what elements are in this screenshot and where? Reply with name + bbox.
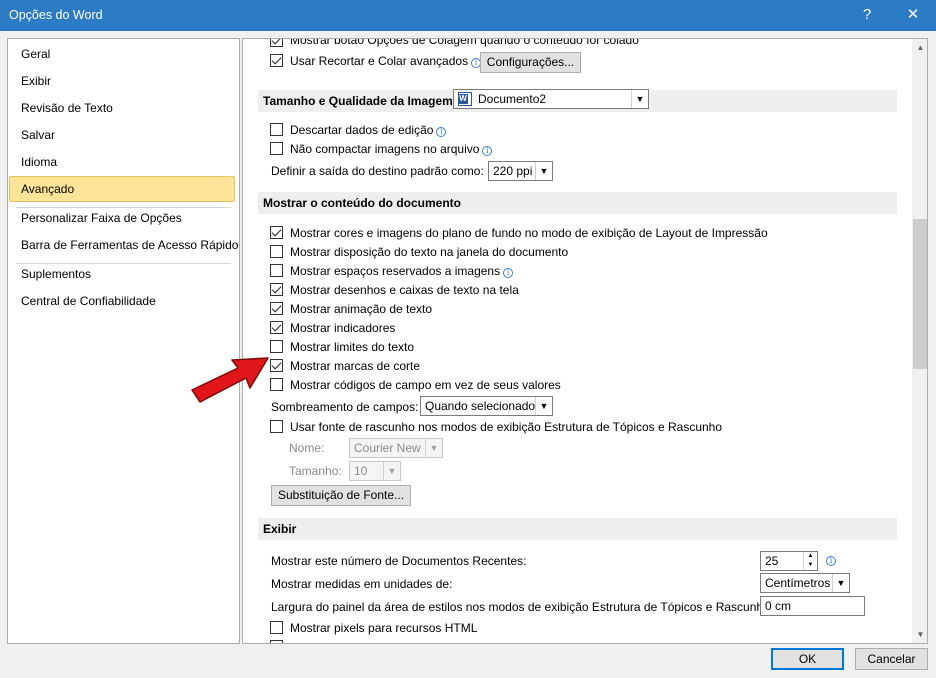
help-icon[interactable]: ? (844, 0, 890, 31)
scroll-up-icon[interactable]: ▲ (912, 39, 927, 56)
chevron-down-icon: ▼ (425, 439, 442, 457)
show-drawings-checkbox[interactable] (270, 283, 283, 296)
draft-font-checkbox[interactable] (270, 420, 283, 433)
show-text-wrap-checkbox[interactable] (270, 245, 283, 258)
field-shading-select[interactable]: Quando selecionado ▼ (420, 396, 553, 416)
nav-item-idioma[interactable]: Idioma (8, 149, 239, 175)
paste-settings-button[interactable]: Configurações... (480, 52, 581, 73)
scroll-down-icon[interactable]: ▼ (912, 626, 927, 643)
nav-item-suplementos[interactable]: Suplementos (8, 261, 239, 287)
nav-item-confiabilidade[interactable]: Central de Confiabilidade (8, 288, 239, 314)
chevron-down-icon: ▼ (383, 462, 400, 480)
red-arrow-annotation-icon (191, 357, 269, 403)
nav-item-acesso-rapido[interactable]: Barra de Ferramentas de Acesso Rápido (8, 232, 239, 258)
next-option-checkbox[interactable] (270, 640, 283, 643)
show-picture-placeholders-checkbox[interactable] (270, 264, 283, 277)
style-area-width-input[interactable]: 0 cm (760, 596, 865, 616)
no-compress-checkbox[interactable] (270, 142, 283, 155)
draft-font-size-value: 10 (354, 464, 368, 478)
image-document-value: Documento2 (478, 92, 547, 106)
draft-font-name-select[interactable]: Courier New ▼ (349, 438, 443, 458)
nav-item-faixa[interactable]: Personalizar Faixa de Opções (8, 205, 239, 231)
show-crop-marks-label: Mostrar marcas de corte (290, 359, 421, 373)
show-bg-colors-label: Mostrar cores e imagens do plano de fund… (290, 226, 768, 240)
draft-font-name-label: Nome: (289, 441, 325, 455)
discard-edit-data-checkbox[interactable] (270, 123, 283, 136)
chevron-down-icon: ▼ (535, 397, 552, 415)
show-content-section: Mostrar o conteúdo do documento (258, 192, 897, 214)
display-section: Exibir (258, 518, 897, 540)
resolution-select[interactable]: 220 ppi ▼ (488, 161, 553, 181)
show-bookmarks-label: Mostrar indicadores (290, 321, 396, 335)
units-value: Centímetros (765, 576, 831, 590)
units-label: Mostrar medidas em unidades de: (271, 577, 453, 591)
nav-item-geral[interactable]: Geral (8, 41, 239, 67)
image-document-select[interactable]: Documento2 ▼ (453, 89, 649, 109)
nav-item-salvar[interactable]: Salvar (8, 122, 239, 148)
nav-item-exibir[interactable]: Exibir (8, 68, 239, 94)
ok-button[interactable]: OK (771, 648, 844, 670)
discard-edit-data-label: Descartar dados de edição (290, 123, 434, 137)
chevron-down-icon: ▼ (631, 90, 648, 108)
advanced-options-panel: Mostrar botão Opções de Colagem quando o… (242, 38, 928, 644)
paste-options-checkbox[interactable] (270, 39, 283, 47)
window-title: Opções do Word (9, 8, 103, 22)
show-bg-colors-checkbox[interactable] (270, 226, 283, 239)
pixels-html-label: Mostrar pixels para recursos HTML (290, 621, 478, 635)
smart-cut-label: Usar Recortar e Colar avançados (290, 54, 469, 68)
vertical-scrollbar[interactable]: ▲ ▼ (912, 39, 927, 643)
draft-font-label: Usar fonte de rascunho nos modos de exib… (290, 420, 723, 434)
show-text-boundaries-label: Mostrar limites do texto (290, 340, 415, 354)
recent-docs-value: 25 (765, 554, 779, 568)
show-drawings-label: Mostrar desenhos e caixas de texto na te… (290, 283, 519, 297)
scroll-thumb[interactable] (913, 219, 927, 369)
info-icon: i (826, 556, 836, 566)
nav-item-revisao[interactable]: Revisão de Texto (8, 95, 239, 121)
pixels-html-checkbox[interactable] (270, 621, 283, 634)
show-text-animation-label: Mostrar animação de texto (290, 302, 433, 316)
field-shading-label: Sombreamento de campos: (271, 400, 419, 414)
draft-font-name-value: Courier New (354, 441, 421, 455)
chevron-down-icon: ▼ (535, 162, 552, 180)
field-shading-value: Quando selecionado (425, 399, 536, 413)
recent-docs-spinner[interactable]: 25 ▲ ▼ (760, 551, 818, 571)
draft-font-size-select[interactable]: 10 ▼ (349, 461, 401, 481)
options-nav: Geral Exibir Revisão de Texto Salvar Idi… (7, 38, 240, 644)
show-text-wrap-label: Mostrar disposição do texto na janela do… (290, 245, 569, 259)
smart-cut-checkbox[interactable] (270, 54, 283, 67)
show-bookmarks-checkbox[interactable] (270, 321, 283, 334)
resolution-value: 220 ppi (493, 164, 533, 178)
style-area-width-label: Largura do painel da área de estilos nos… (271, 600, 774, 614)
word-document-icon (458, 92, 472, 106)
chevron-down-icon: ▼ (832, 574, 849, 592)
paste-options-label: Mostrar botão Opções de Colagem quando o… (290, 38, 639, 47)
no-compress-label: Não compactar imagens no arquivo (290, 142, 480, 156)
info-icon: i (503, 268, 514, 278)
info-icon: i (482, 146, 493, 156)
show-text-animation-checkbox[interactable] (270, 302, 283, 315)
title-bar: Opções do Word ? ✕ (0, 0, 936, 31)
nav-item-avancado[interactable]: Avançado (9, 176, 235, 202)
units-select[interactable]: Centímetros ▼ (760, 573, 850, 593)
show-picture-placeholders-label: Mostrar espaços reservados a imagens (290, 264, 501, 278)
font-substitution-button[interactable]: Substituição de Fonte... (271, 485, 411, 506)
spin-arrows-icon[interactable]: ▲ ▼ (803, 552, 817, 570)
close-icon[interactable]: ✕ (890, 0, 936, 31)
recent-docs-label: Mostrar este número de Documentos Recent… (271, 554, 527, 568)
show-field-codes-label: Mostrar códigos de campo em vez de seus … (290, 378, 561, 392)
resolution-label: Definir a saída do destino padrão como: (271, 164, 484, 178)
draft-font-size-label: Tamanho: (289, 464, 342, 478)
cancel-button[interactable]: Cancelar (855, 648, 928, 670)
info-icon: i (436, 127, 447, 137)
